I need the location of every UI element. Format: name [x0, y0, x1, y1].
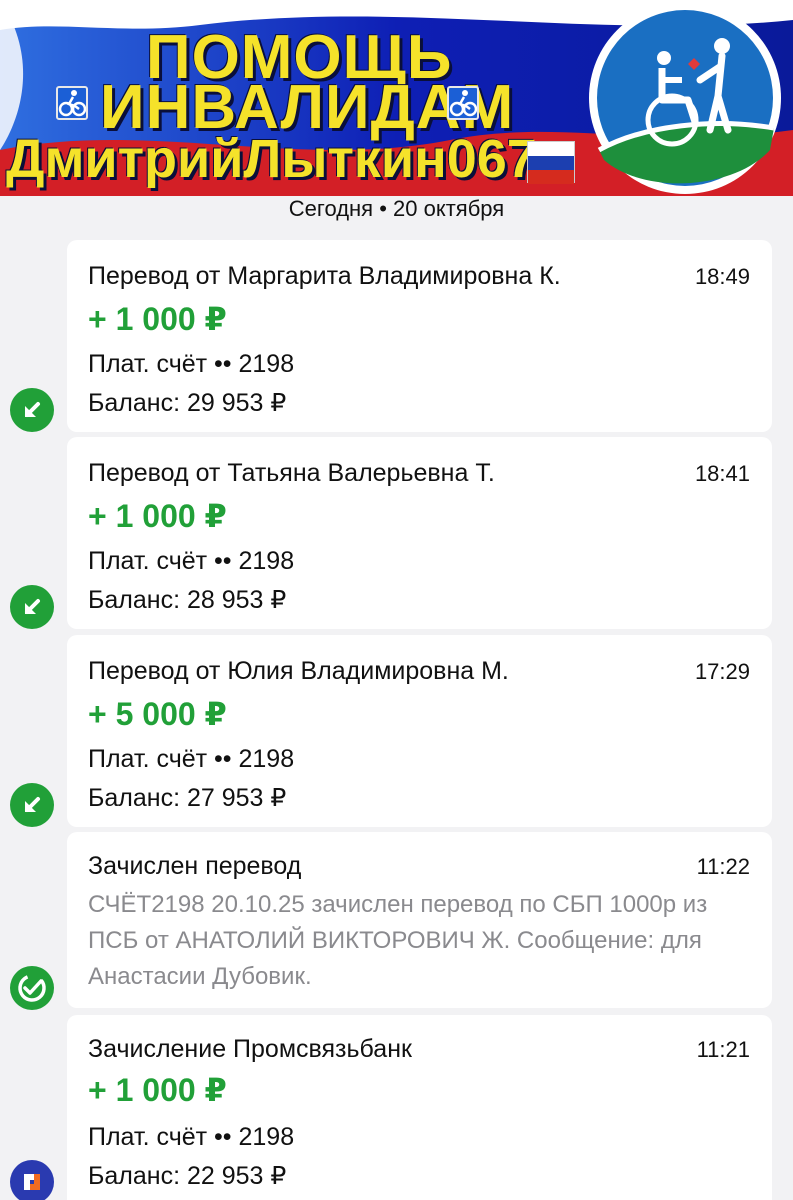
transaction-amount: + 1 000 ₽ — [88, 301, 227, 337]
transaction-time: 18:41 — [694, 461, 750, 486]
cyclist-icon — [56, 86, 88, 120]
transaction-time: 17:29 — [694, 659, 750, 684]
transaction-card[interactable]: Перевод от Татьяна Валерьевна Т. 18:41 +… — [67, 437, 772, 629]
transaction-amount: + 1 000 ₽ — [88, 498, 227, 534]
transaction-account: Плат. счёт •• 2198 — [88, 1123, 295, 1151]
incoming-arrow-icon — [10, 783, 54, 827]
transaction-account: Плат. счёт •• 2198 — [88, 547, 295, 575]
transaction-balance: Баланс: 27 953 ₽ — [88, 784, 287, 812]
transaction-title: Перевод от Юлия Владимировна М. — [88, 657, 509, 685]
incoming-arrow-icon — [10, 388, 54, 432]
transaction-message: СЧЁТ2198 20.10.25 зачислен перевод по СБ… — [88, 891, 708, 990]
banner-title-line3: ДмитрийЛыткин067 — [6, 129, 537, 189]
psb-bank-logo-icon — [10, 1160, 54, 1200]
transaction-amount: + 5 000 ₽ — [88, 696, 227, 732]
transaction-title: Перевод от Маргарита Владимировна К. — [88, 262, 561, 290]
transaction-account: Плат. счёт •• 2198 — [88, 745, 295, 773]
sber-check-icon — [10, 966, 54, 1010]
incoming-arrow-icon — [10, 585, 54, 629]
cyclist-icon — [447, 86, 479, 120]
russia-flag-icon — [527, 141, 575, 184]
date-header: Сегодня • 20 октября — [288, 196, 505, 221]
transaction-card[interactable]: Перевод от Маргарита Владимировна К. 18:… — [67, 240, 772, 432]
transaction-card[interactable]: Перевод от Юлия Владимировна М. 17:29 + … — [67, 635, 772, 827]
transaction-amount: + 1 000 ₽ — [88, 1072, 227, 1108]
transaction-title: Зачислен перевод — [88, 852, 302, 880]
transaction-title: Перевод от Татьяна Валерьевна Т. — [88, 459, 495, 487]
transaction-time: 11:21 — [696, 1037, 750, 1062]
transaction-account: Плат. счёт •• 2198 — [88, 350, 295, 378]
transaction-balance: Баланс: 22 953 ₽ — [88, 1162, 287, 1190]
transaction-title: Зачисление Промсвязьбанк — [88, 1035, 412, 1063]
header-banner: ПОМОЩЬ ИНВАЛИДАМ ДмитрийЛыткин067 — [0, 0, 793, 196]
transaction-time: 18:49 — [694, 264, 750, 289]
transaction-card[interactable]: Зачисление Промсвязьбанк 11:21 + 1 000 ₽… — [67, 1015, 772, 1200]
transaction-card[interactable]: Зачислен перевод 11:22 СЧЁТ2198 20.10.25… — [67, 832, 772, 1008]
transaction-balance: Баланс: 28 953 ₽ — [88, 586, 287, 614]
transaction-balance: Баланс: 29 953 ₽ — [88, 389, 287, 417]
transaction-time: 11:22 — [696, 854, 750, 879]
disability-care-emblem-icon — [589, 2, 781, 194]
